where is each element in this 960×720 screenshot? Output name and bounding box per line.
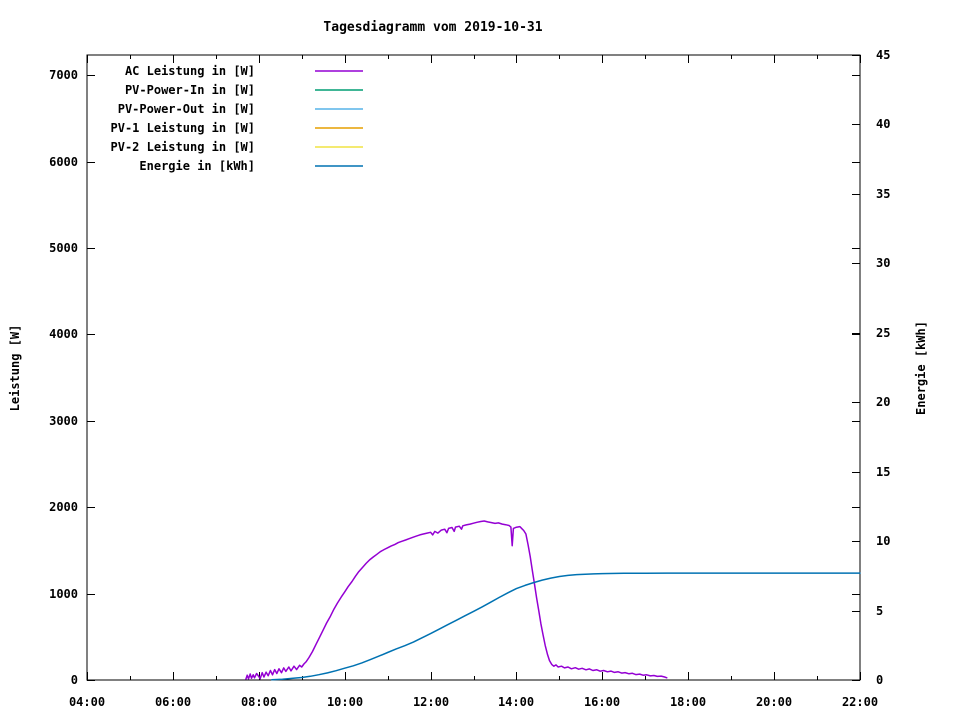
y-right-tick-label: 0 [876, 673, 883, 687]
x-tick-label: 06:00 [155, 695, 191, 709]
legend-label: PV-Power-Out in [W] [118, 102, 255, 116]
y-right-axis-title: Energie [kWh] [914, 321, 928, 415]
y-right-tick-label: 35 [876, 187, 890, 201]
y-right-tick-label: 5 [876, 604, 883, 618]
x-tick-label: 10:00 [327, 695, 363, 709]
legend-label: Energie in [kWh] [139, 159, 255, 173]
y-left-tick-label: 6000 [49, 155, 78, 169]
x-tick-label: 20:00 [756, 695, 792, 709]
legend: AC Leistung in [W] PV-Power-In in [W] PV-P… [111, 64, 364, 173]
y-right-tick-label: 45 [876, 48, 890, 62]
legend-label: PV-1 Leistung in [W] [111, 121, 256, 135]
series-line-5 [272, 573, 860, 680]
y-right-tick-label: 30 [876, 256, 890, 270]
x-tick-label: 12:00 [413, 695, 449, 709]
plot-svg: 04:00 06:00 08:00 10:00 12:00 14:00 16:00 18:00… [0, 0, 960, 720]
tagesdiagramm-chart: Tagesdiagramm vom 2019-10-31 Leistung [W… [0, 0, 960, 720]
y-right-tick-label: 40 [876, 117, 890, 131]
legend-label: PV-Power-In in [W] [125, 83, 255, 97]
x-tick-label: 04:00 [69, 695, 105, 709]
y-left-tick-label: 7000 [49, 68, 78, 82]
y-left-tick-label: 3000 [49, 414, 78, 428]
x-tick-label: 08:00 [241, 695, 277, 709]
y-left-tick-label: 2000 [49, 500, 78, 514]
y-right-tick-label: 15 [876, 465, 890, 479]
y-right-tick-label: 20 [876, 395, 890, 409]
y-right-tick-label: 25 [876, 326, 890, 340]
y-left-axis-title: Leistung [W] [8, 325, 22, 412]
series-line-0 [246, 521, 667, 679]
x-tick-label: 16:00 [584, 695, 620, 709]
x-tick-label: 22:00 [842, 695, 878, 709]
series-lines [246, 521, 860, 680]
y-left-tick-label: 0 [71, 673, 78, 687]
x-tick-label: 14:00 [498, 695, 534, 709]
y-left-tick-label: 5000 [49, 241, 78, 255]
chart-title: Tagesdiagramm vom 2019-10-31 [0, 20, 866, 35]
x-tick-label: 18:00 [670, 695, 706, 709]
legend-label: PV-2 Leistung in [W] [111, 140, 256, 154]
y-left-tick-label: 4000 [49, 327, 78, 341]
y-left-tick-label: 1000 [49, 587, 78, 601]
y-right-tick-label: 10 [876, 534, 890, 548]
legend-label: AC Leistung in [W] [125, 64, 255, 78]
